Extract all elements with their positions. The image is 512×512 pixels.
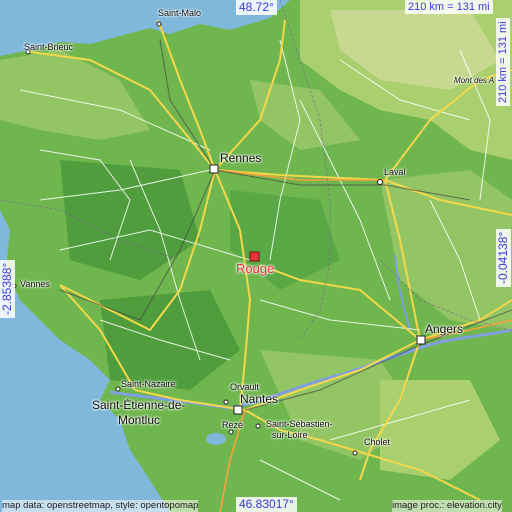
city-label-saint-etienne-line2: Montluc <box>118 413 161 427</box>
map-attribution-right: image proc.: elevation.city <box>392 500 502 512</box>
top-latitude-label: 48.72° <box>236 0 277 15</box>
right-longitude-label: -0.04138° <box>496 228 511 287</box>
rouge-label: Rouge <box>236 261 275 276</box>
city-label-reze: Rezé <box>222 420 244 430</box>
horizontal-scale-label: 210 km = 131 mi <box>405 0 493 14</box>
city-label-angers: Angers <box>425 322 464 336</box>
map-background <box>0 0 512 512</box>
city-label-rennes: Rennes <box>220 151 262 165</box>
city-label-saint-malo: Saint-Malo <box>158 8 202 18</box>
city-label-orvault: Orvault <box>230 382 260 392</box>
city-label-saint-nazaire: Saint-Nazaire <box>121 379 176 389</box>
bottom-latitude-label: 46.83017° <box>236 497 297 512</box>
left-longitude-label: -2.85388° <box>0 259 15 318</box>
city-label-saint-sebastien-line1: Saint-Sébastien- <box>266 419 333 429</box>
city-label-saint-brieuc: Saint-Brieuc <box>24 42 74 52</box>
map-attribution-left: map data: openstreetmap, style: opentopo… <box>2 500 199 512</box>
city-label-saint-sebastien-line2: sur-Loire <box>272 430 308 440</box>
vertical-scale-label: 210 km = 131 mi <box>496 18 510 106</box>
city-label-laval: Laval <box>384 167 406 177</box>
topographic-map[interactable]: Saint-Malo Saint-Brieuc Rennes Laval Mon… <box>0 0 512 512</box>
city-label-saint-etienne-line1: Saint-Étienne-de- <box>92 398 186 412</box>
rouge-marker-icon <box>249 251 260 262</box>
city-label-nantes: Nantes <box>240 392 279 406</box>
city-label-vannes: Vannes <box>20 279 50 289</box>
city-label-mont-des: Mont des A <box>454 76 495 85</box>
city-label-cholet: Cholet <box>364 437 391 447</box>
